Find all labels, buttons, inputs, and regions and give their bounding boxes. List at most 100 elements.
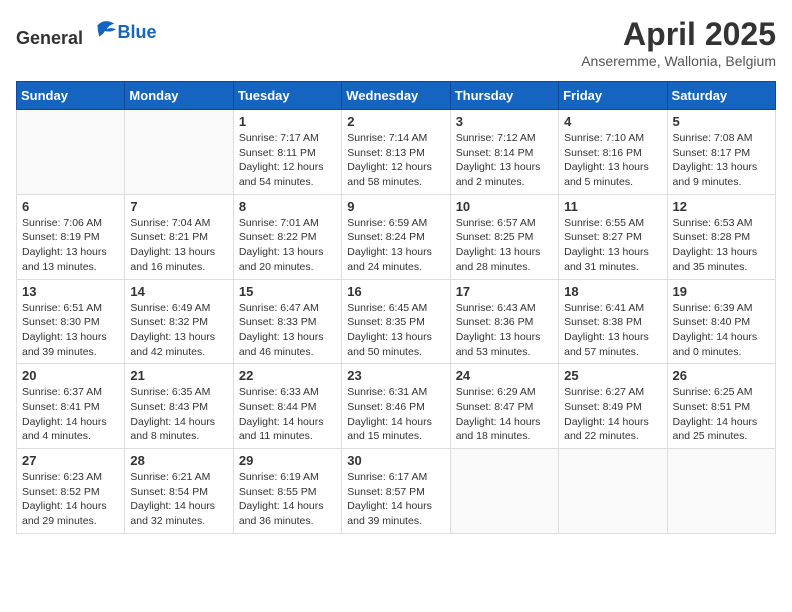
day-number: 21 — [130, 368, 227, 383]
calendar-cell: 15 Sunrise: 6:47 AM Sunset: 8:33 PM Dayli… — [233, 279, 341, 364]
title-area: April 2025 Anseremme, Wallonia, Belgium — [581, 16, 776, 69]
calendar-cell: 7 Sunrise: 7:04 AM Sunset: 8:21 PM Daylig… — [125, 194, 233, 279]
cell-info: Sunrise: 6:31 AM Sunset: 8:46 PM Dayligh… — [347, 385, 444, 444]
day-number: 7 — [130, 199, 227, 214]
weekday-header-row: SundayMondayTuesdayWednesdayThursdayFrid… — [17, 82, 776, 110]
cell-info: Sunrise: 6:17 AM Sunset: 8:57 PM Dayligh… — [347, 470, 444, 529]
calendar-cell: 25 Sunrise: 6:27 AM Sunset: 8:49 PM Dayli… — [559, 364, 667, 449]
calendar-cell: 19Sunrise: 6:39 AM Sunset: 8:40 PM Dayli… — [667, 279, 775, 364]
cell-info: Sunrise: 7:04 AM Sunset: 8:21 PM Dayligh… — [130, 216, 227, 275]
calendar-cell: 30 Sunrise: 6:17 AM Sunset: 8:57 PM Dayli… — [342, 449, 450, 534]
cell-info: Sunrise: 7:06 AM Sunset: 8:19 PM Dayligh… — [22, 216, 119, 275]
day-number: 28 — [130, 453, 227, 468]
day-number: 16 — [347, 284, 444, 299]
day-number: 20 — [22, 368, 119, 383]
calendar-week-row: 13Sunrise: 6:51 AM Sunset: 8:30 PM Dayli… — [17, 279, 776, 364]
logo-bird-icon — [90, 16, 118, 44]
cell-info: Sunrise: 6:37 AM Sunset: 8:41 PM Dayligh… — [22, 385, 119, 444]
calendar-cell — [450, 449, 558, 534]
calendar-cell: 6 Sunrise: 7:06 AM Sunset: 8:19 PM Daylig… — [17, 194, 125, 279]
cell-info: Sunrise: 6:19 AM Sunset: 8:55 PM Dayligh… — [239, 470, 336, 529]
cell-info: Sunrise: 7:17 AM Sunset: 8:11 PM Dayligh… — [239, 131, 336, 190]
calendar-cell: 4 Sunrise: 7:10 AM Sunset: 8:16 PM Daylig… — [559, 110, 667, 195]
weekday-header-wednesday: Wednesday — [342, 82, 450, 110]
cell-info: Sunrise: 7:01 AM Sunset: 8:22 PM Dayligh… — [239, 216, 336, 275]
day-number: 5 — [673, 114, 770, 129]
day-number: 10 — [456, 199, 553, 214]
calendar-cell: 29 Sunrise: 6:19 AM Sunset: 8:55 PM Dayli… — [233, 449, 341, 534]
cell-info: Sunrise: 6:21 AM Sunset: 8:54 PM Dayligh… — [130, 470, 227, 529]
logo: General Blue — [16, 16, 157, 49]
cell-info: Sunrise: 6:23 AM Sunset: 8:52 PM Dayligh… — [22, 470, 119, 529]
calendar-cell — [559, 449, 667, 534]
calendar-cell — [17, 110, 125, 195]
cell-info: Sunrise: 7:08 AM Sunset: 8:17 PM Dayligh… — [673, 131, 770, 190]
calendar-week-row: 1 Sunrise: 7:17 AM Sunset: 8:11 PM Daylig… — [17, 110, 776, 195]
day-number: 3 — [456, 114, 553, 129]
cell-info: Sunrise: 7:10 AM Sunset: 8:16 PM Dayligh… — [564, 131, 661, 190]
day-number: 24 — [456, 368, 553, 383]
logo-blue-text: Blue — [118, 22, 157, 42]
cell-info: Sunrise: 6:55 AM Sunset: 8:27 PM Dayligh… — [564, 216, 661, 275]
weekday-header-sunday: Sunday — [17, 82, 125, 110]
cell-info: Sunrise: 6:39 AM Sunset: 8:40 PM Dayligh… — [673, 301, 770, 360]
calendar-cell: 10Sunrise: 6:57 AM Sunset: 8:25 PM Dayli… — [450, 194, 558, 279]
day-number: 15 — [239, 284, 336, 299]
day-number: 25 — [564, 368, 661, 383]
calendar-cell: 26Sunrise: 6:25 AM Sunset: 8:51 PM Dayli… — [667, 364, 775, 449]
calendar-cell: 2Sunrise: 7:14 AM Sunset: 8:13 PM Daylig… — [342, 110, 450, 195]
calendar-cell: 9 Sunrise: 6:59 AM Sunset: 8:24 PM Daylig… — [342, 194, 450, 279]
calendar-cell — [125, 110, 233, 195]
day-number: 30 — [347, 453, 444, 468]
calendar-cell: 27 Sunrise: 6:23 AM Sunset: 8:52 PM Dayli… — [17, 449, 125, 534]
weekday-header-thursday: Thursday — [450, 82, 558, 110]
logo-general-text: General — [16, 28, 83, 48]
cell-info: Sunrise: 6:27 AM Sunset: 8:49 PM Dayligh… — [564, 385, 661, 444]
calendar-cell: 11 Sunrise: 6:55 AM Sunset: 8:27 PM Dayli… — [559, 194, 667, 279]
cell-info: Sunrise: 6:29 AM Sunset: 8:47 PM Dayligh… — [456, 385, 553, 444]
day-number: 14 — [130, 284, 227, 299]
cell-info: Sunrise: 6:35 AM Sunset: 8:43 PM Dayligh… — [130, 385, 227, 444]
calendar-cell: 20 Sunrise: 6:37 AM Sunset: 8:41 PM Dayli… — [17, 364, 125, 449]
calendar-week-row: 20 Sunrise: 6:37 AM Sunset: 8:41 PM Dayli… — [17, 364, 776, 449]
day-number: 18 — [564, 284, 661, 299]
day-number: 8 — [239, 199, 336, 214]
cell-info: Sunrise: 7:14 AM Sunset: 8:13 PM Dayligh… — [347, 131, 444, 190]
weekday-header-monday: Monday — [125, 82, 233, 110]
month-title: April 2025 — [581, 16, 776, 53]
day-number: 13 — [22, 284, 119, 299]
day-number: 29 — [239, 453, 336, 468]
day-number: 9 — [347, 199, 444, 214]
day-number: 12 — [673, 199, 770, 214]
cell-info: Sunrise: 6:49 AM Sunset: 8:32 PM Dayligh… — [130, 301, 227, 360]
weekday-header-saturday: Saturday — [667, 82, 775, 110]
calendar-week-row: 6 Sunrise: 7:06 AM Sunset: 8:19 PM Daylig… — [17, 194, 776, 279]
day-number: 11 — [564, 199, 661, 214]
calendar-cell: 21 Sunrise: 6:35 AM Sunset: 8:43 PM Dayli… — [125, 364, 233, 449]
calendar-cell: 5 Sunrise: 7:08 AM Sunset: 8:17 PM Daylig… — [667, 110, 775, 195]
weekday-header-tuesday: Tuesday — [233, 82, 341, 110]
calendar-table: SundayMondayTuesdayWednesdayThursdayFrid… — [16, 81, 776, 534]
calendar-cell: 12Sunrise: 6:53 AM Sunset: 8:28 PM Dayli… — [667, 194, 775, 279]
calendar-cell: 24 Sunrise: 6:29 AM Sunset: 8:47 PM Dayli… — [450, 364, 558, 449]
calendar-cell: 16 Sunrise: 6:45 AM Sunset: 8:35 PM Dayli… — [342, 279, 450, 364]
calendar-cell: 1 Sunrise: 7:17 AM Sunset: 8:11 PM Daylig… — [233, 110, 341, 195]
weekday-header-friday: Friday — [559, 82, 667, 110]
calendar-cell: 23Sunrise: 6:31 AM Sunset: 8:46 PM Dayli… — [342, 364, 450, 449]
calendar-cell: 14 Sunrise: 6:49 AM Sunset: 8:32 PM Dayli… — [125, 279, 233, 364]
calendar-week-row: 27 Sunrise: 6:23 AM Sunset: 8:52 PM Dayli… — [17, 449, 776, 534]
cell-info: Sunrise: 7:12 AM Sunset: 8:14 PM Dayligh… — [456, 131, 553, 190]
day-number: 22 — [239, 368, 336, 383]
header: General Blue April 2025 Anseremme, Wallo… — [16, 16, 776, 69]
calendar-cell: 17Sunrise: 6:43 AM Sunset: 8:36 PM Dayli… — [450, 279, 558, 364]
cell-info: Sunrise: 6:43 AM Sunset: 8:36 PM Dayligh… — [456, 301, 553, 360]
day-number: 1 — [239, 114, 336, 129]
cell-info: Sunrise: 6:47 AM Sunset: 8:33 PM Dayligh… — [239, 301, 336, 360]
cell-info: Sunrise: 6:59 AM Sunset: 8:24 PM Dayligh… — [347, 216, 444, 275]
calendar-cell: 3 Sunrise: 7:12 AM Sunset: 8:14 PM Daylig… — [450, 110, 558, 195]
calendar-cell — [667, 449, 775, 534]
day-number: 6 — [22, 199, 119, 214]
cell-info: Sunrise: 6:45 AM Sunset: 8:35 PM Dayligh… — [347, 301, 444, 360]
day-number: 4 — [564, 114, 661, 129]
day-number: 27 — [22, 453, 119, 468]
